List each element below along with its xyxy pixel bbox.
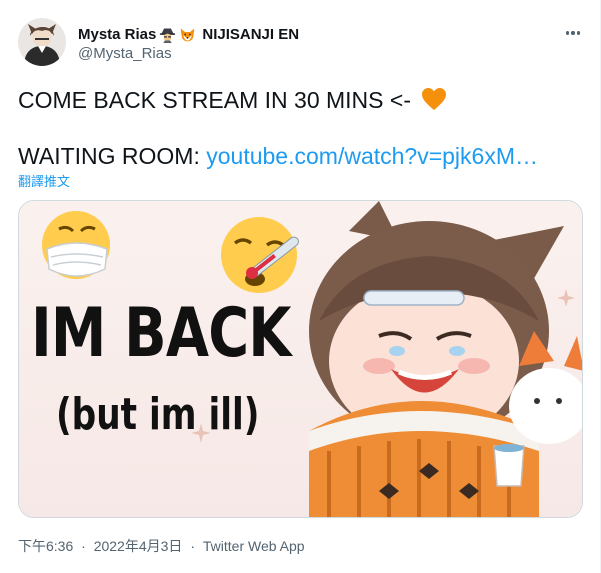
tweet-date[interactable]: 2022年4月3日 xyxy=(94,538,183,554)
avatar[interactable] xyxy=(18,18,66,66)
tweet-source[interactable]: Twitter Web App xyxy=(203,538,305,554)
tweet-media-thumbnail[interactable]: IM BACK (but im ill) xyxy=(18,200,583,518)
tweet-line-2: WAITING ROOM: youtube.com/watch?v=pjk6xM… xyxy=(18,142,538,170)
tweet-line-1-text: COME BACK STREAM IN 30 MINS <- xyxy=(18,87,411,113)
translate-tweet-link[interactable]: 翻譯推文 xyxy=(18,171,70,190)
more-dot-icon xyxy=(571,31,575,35)
detective-icon xyxy=(160,28,176,43)
meta-separator: · xyxy=(190,538,195,554)
author-display-name[interactable]: Mysta Rias xyxy=(78,26,156,43)
thumbnail-title: IM BACK xyxy=(31,294,292,373)
more-dot-icon xyxy=(565,31,569,35)
fox-icon xyxy=(181,28,195,41)
thumbnail-subtitle: (but im ill) xyxy=(56,389,260,440)
author-affiliation: NIJISANJI EN xyxy=(202,25,300,43)
tweet-card: Mysta Rias NIJISANJI EN @Mysta_Rias COME… xyxy=(0,0,601,573)
youtube-link[interactable]: youtube.com/watch?v=pjk6xM… xyxy=(206,143,538,169)
face-with-mask-icon xyxy=(42,211,110,279)
author-handle[interactable]: @Mysta_Rias xyxy=(78,45,172,62)
tweet-time[interactable]: 下午6:36 xyxy=(18,538,73,554)
tweet-meta: 下午6:36 · 2022年4月3日 · Twitter Web App xyxy=(18,536,305,556)
more-dot-icon xyxy=(577,31,581,35)
tweet-line-2-prefix: WAITING ROOM: xyxy=(18,143,207,169)
tweet-line-1: COME BACK STREAM IN 30 MINS <- xyxy=(18,86,447,114)
meta-separator: · xyxy=(81,538,86,554)
author-name-row: Mysta Rias NIJISANJI EN xyxy=(78,24,299,44)
more-options-button[interactable] xyxy=(562,24,584,42)
orange-heart-icon xyxy=(422,88,447,110)
